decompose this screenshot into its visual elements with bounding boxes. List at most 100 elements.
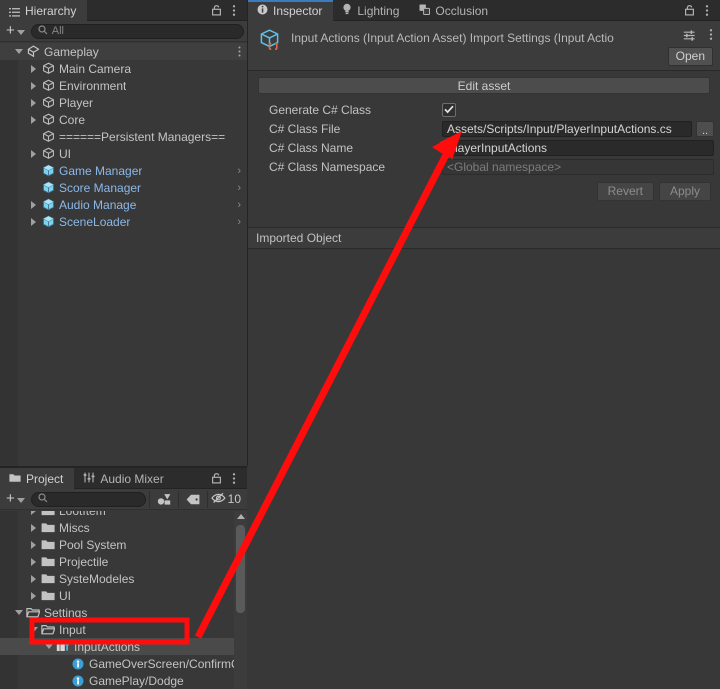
hierarchy-item-row[interactable]: Environment xyxy=(0,77,247,94)
expand-prefab-chevron-icon[interactable]: › xyxy=(237,216,241,228)
twisty[interactable] xyxy=(27,64,40,73)
preset-settings-icon[interactable] xyxy=(683,29,696,45)
twisty[interactable] xyxy=(27,557,40,566)
scrollbar-thumb[interactable] xyxy=(236,525,245,613)
twisty-collapsed-icon[interactable] xyxy=(31,574,36,583)
hierarchy-item-row[interactable]: SceneLoader › xyxy=(0,213,247,230)
hierarchy-item-row[interactable]: Audio Manage › xyxy=(0,196,247,213)
expand-prefab-chevron-icon[interactable]: › xyxy=(237,182,241,194)
project-item-row[interactable]: Pool System xyxy=(0,536,247,553)
project-item-row[interactable]: UI xyxy=(0,587,247,604)
twisty[interactable] xyxy=(27,149,40,158)
open-button[interactable]: Open xyxy=(667,47,713,66)
hierarchy-item-row[interactable]: UI xyxy=(0,145,247,162)
twisty[interactable] xyxy=(27,591,40,600)
project-scrollbar[interactable] xyxy=(234,511,247,689)
cs-class-namespace-input[interactable]: <Global namespace> xyxy=(442,158,714,175)
project-item-row[interactable]: Input xyxy=(0,621,247,638)
edit-asset-button[interactable]: Edit asset xyxy=(258,77,710,94)
revert-button[interactable]: Revert xyxy=(596,182,654,201)
lock-icon[interactable] xyxy=(208,469,224,487)
expand-prefab-chevron-icon[interactable]: › xyxy=(237,165,241,177)
twisty-collapsed-icon[interactable] xyxy=(31,511,36,515)
twisty-collapsed-icon[interactable] xyxy=(31,64,36,73)
twisty[interactable] xyxy=(27,627,40,632)
kebab-menu-icon[interactable] xyxy=(226,1,242,19)
twisty-expanded-icon[interactable] xyxy=(14,49,23,54)
project-item-row[interactable]: SysteModeles xyxy=(0,570,247,587)
twisty[interactable] xyxy=(27,511,40,515)
twisty[interactable] xyxy=(27,540,40,549)
twisty[interactable] xyxy=(42,644,55,649)
hierarchy-item-row[interactable]: Player xyxy=(0,94,247,111)
twisty[interactable] xyxy=(27,574,40,583)
twisty-collapsed-icon[interactable] xyxy=(31,98,36,107)
lock-icon[interactable] xyxy=(208,1,224,19)
project-add-button[interactable]: + xyxy=(3,491,28,506)
cs-class-name-input[interactable]: PlayerInputActions xyxy=(442,139,714,156)
twisty-collapsed-icon[interactable] xyxy=(31,591,36,600)
kebab-menu-icon[interactable] xyxy=(226,469,242,487)
twisty[interactable] xyxy=(27,523,40,532)
hierarchy-item-row[interactable]: Gameplay xyxy=(0,43,247,60)
tab-audio-mixer[interactable]: Audio Mixer xyxy=(74,468,174,489)
gameobject-icon xyxy=(40,79,56,92)
twisty-collapsed-icon[interactable] xyxy=(31,523,36,532)
hierarchy-item-row[interactable]: Game Manager › xyxy=(0,162,247,179)
expand-prefab-chevron-icon[interactable]: › xyxy=(237,199,241,211)
filter-by-label-icon[interactable] xyxy=(182,490,204,508)
hidden-packages-toggle[interactable]: 10 xyxy=(210,492,244,507)
scroll-up-arrow-icon[interactable] xyxy=(237,514,245,519)
project-search-input[interactable] xyxy=(30,491,146,507)
folder-open-icon xyxy=(40,624,56,635)
twisty-collapsed-icon[interactable] xyxy=(31,149,36,158)
prefab-icon xyxy=(40,181,56,194)
lock-icon[interactable] xyxy=(681,1,697,19)
twisty-collapsed-icon[interactable] xyxy=(31,557,36,566)
twisty-collapsed-icon[interactable] xyxy=(31,115,36,124)
twisty-collapsed-icon[interactable] xyxy=(31,81,36,90)
project-item-row[interactable]: Settings xyxy=(0,604,247,621)
hierarchy-item-row[interactable]: ======Persistent Managers== xyxy=(0,128,247,145)
tab-project[interactable]: Project xyxy=(0,468,75,489)
twisty[interactable] xyxy=(27,98,40,107)
twisty-collapsed-icon[interactable] xyxy=(31,217,36,226)
twisty-expanded-icon[interactable] xyxy=(14,610,23,615)
tab-hierarchy[interactable]: Hierarchy xyxy=(0,0,88,21)
tab-occlusion[interactable]: Occlusion xyxy=(410,0,499,21)
twisty[interactable] xyxy=(27,200,40,209)
twisty[interactable] xyxy=(27,115,40,124)
hierarchy-item-row[interactable]: Core xyxy=(0,111,247,128)
hierarchy-item-row[interactable]: Score Manager › xyxy=(0,179,247,196)
hierarchy-search-input[interactable]: All xyxy=(30,23,244,39)
project-tabbar-spacer xyxy=(175,468,208,488)
twisty-expanded-icon[interactable] xyxy=(29,627,38,632)
twisty-expanded-icon[interactable] xyxy=(44,644,53,649)
twisty[interactable] xyxy=(27,217,40,226)
twisty-collapsed-icon[interactable] xyxy=(31,540,36,549)
kebab-menu-icon[interactable] xyxy=(709,28,713,44)
row-kebab-menu-icon[interactable] xyxy=(238,46,241,60)
project-item-label: LootItem xyxy=(59,511,106,518)
generate-cs-class-checkbox[interactable] xyxy=(442,102,456,117)
twisty[interactable] xyxy=(12,49,25,54)
twisty[interactable] xyxy=(12,610,25,615)
kebab-menu-icon[interactable] xyxy=(699,1,715,19)
hierarchy-add-button[interactable]: + xyxy=(3,23,28,38)
project-item-row[interactable]: GamePlay/Dodge xyxy=(0,672,247,689)
apply-button[interactable]: Apply xyxy=(658,182,711,201)
tab-lighting[interactable]: Lighting xyxy=(333,0,410,21)
filter-by-type-icon[interactable] xyxy=(153,490,175,508)
tab-inspector[interactable]: Inspector xyxy=(248,0,334,21)
twisty-collapsed-icon[interactable] xyxy=(31,200,36,209)
project-item-row[interactable]: GameOverScreen/ConfirmQ xyxy=(0,655,247,672)
property-cs-class-name: C# Class Name PlayerInputActions xyxy=(248,138,720,157)
project-item-row[interactable]: Miscs xyxy=(0,519,247,536)
project-item-row[interactable]: Projectile xyxy=(0,553,247,570)
project-item-row[interactable]: LootItem xyxy=(0,511,247,519)
project-item-row[interactable]: InputActions xyxy=(0,638,247,655)
cs-class-file-input[interactable]: Assets/Scripts/Input/PlayerInputActions.… xyxy=(442,120,692,137)
hierarchy-item-row[interactable]: Main Camera xyxy=(0,60,247,77)
cs-class-file-browse-button[interactable]: .. xyxy=(696,120,714,137)
twisty[interactable] xyxy=(27,81,40,90)
